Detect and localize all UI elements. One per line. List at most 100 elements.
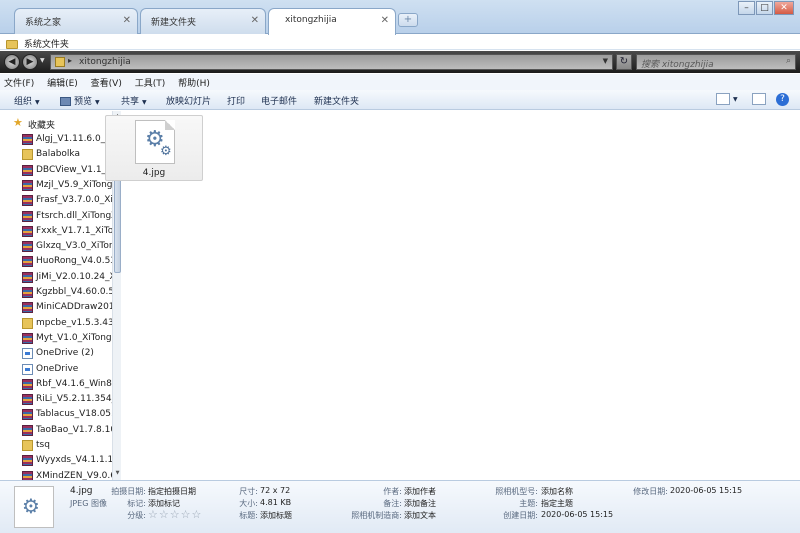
nav-item[interactable]: Glxzq_V3.0_XiTongZhiJia: [0, 239, 112, 254]
menu-tools[interactable]: 工具(T): [135, 79, 166, 89]
nav-item[interactable]: Wyyxds_V4.1.1.1005: [0, 453, 112, 468]
nav-item[interactable]: tsq: [0, 438, 112, 453]
nav-item[interactable]: Tablacus_V18.05.01: [0, 407, 112, 422]
search-input[interactable]: 搜索 xitongzhijia ⌕: [636, 54, 796, 70]
view-options-icon[interactable]: [716, 93, 730, 105]
tab-label: xitongzhijia: [285, 15, 337, 25]
archive-icon: [22, 378, 33, 390]
camera-maker-label: 照相机制造商:: [351, 511, 402, 520]
archive-icon: [22, 134, 33, 145]
favorites-label: 收藏夹: [28, 121, 56, 131]
nav-item[interactable]: TaoBao_V1.7.8.10_: [0, 423, 112, 438]
close-tab-icon[interactable]: ✕: [251, 15, 259, 26]
menu-edit[interactable]: 编辑(E): [47, 79, 78, 89]
favorites-bar: 系统文件夹: [0, 34, 800, 50]
share-button[interactable]: 共享 ▼: [121, 94, 147, 107]
camera-maker-value[interactable]: 添加文本: [404, 510, 436, 521]
nav-item[interactable]: OneDrive (2): [0, 346, 112, 361]
close-tab-icon[interactable]: ✕: [123, 15, 131, 26]
preview-pane-icon[interactable]: [752, 93, 766, 105]
nav-item[interactable]: OneDrive: [0, 362, 112, 377]
nav-item[interactable]: Frasf_V3.7.0.0_XiTongZhiJia: [0, 193, 112, 208]
file-item[interactable]: ⚙ ⚙ 4.jpg: [105, 115, 203, 181]
archive-icon: [22, 424, 33, 436]
chevron-down-icon: ▼: [95, 99, 100, 106]
help-icon[interactable]: ?: [776, 93, 789, 106]
favorites-bar-item[interactable]: 系统文件夹: [24, 40, 69, 50]
chevron-down-icon[interactable]: ▼: [603, 57, 608, 65]
nav-item[interactable]: Rbf_V4.1.6_Win8net: [0, 377, 112, 392]
nav-item-label: Rbf_V4.1.6_Win8net: [36, 378, 112, 389]
preview-button[interactable]: 预览 ▼: [60, 94, 100, 107]
recent-pages-icon[interactable]: ▼: [40, 57, 45, 64]
nav-item-label: RiLi_V5.2.11.354_Win: [36, 394, 112, 405]
menu-bar: 文件(F) 编辑(E) 查看(V) 工具(T) 帮助(H): [0, 74, 800, 90]
nav-item[interactable]: Algj_V1.11.6.0_XiTongZhiJia: [0, 132, 112, 147]
search-icon[interactable]: ⌕: [786, 56, 791, 66]
nav-item-label: Fxxk_V1.7.1_XiTongZhiJia: [36, 225, 112, 236]
organize-button[interactable]: 组织 ▼: [14, 94, 40, 107]
nav-item[interactable]: HuoRong_V4.0.53.6: [0, 254, 112, 269]
nav-item-label: tsq: [36, 440, 50, 450]
page-corner: [165, 120, 175, 130]
folder-icon: [22, 440, 33, 451]
archive-icon: [22, 241, 33, 253]
slideshow-button[interactable]: 放映幻灯片: [166, 94, 211, 107]
favorites-header[interactable]: ★ 收藏夹: [0, 116, 112, 131]
title-label: 标题:: [239, 511, 258, 520]
nav-item[interactable]: Kgzbbl_V4.60.0.520: [0, 285, 112, 300]
address-bar[interactable]: ▸ xitongzhijia ▼: [50, 54, 613, 70]
nav-item[interactable]: JiMi_V2.0.10.24_XiTongZhiJia: [0, 270, 112, 285]
new-tab-button[interactable]: +: [398, 13, 418, 27]
email-button[interactable]: 电子邮件: [261, 94, 297, 107]
archive-icon: [22, 332, 33, 344]
print-button[interactable]: 打印: [227, 94, 245, 107]
subject-label: 主题:: [519, 499, 538, 508]
nav-item[interactable]: Fxxk_V1.7.1_XiTongZhiJia: [0, 224, 112, 239]
nav-item-label: Ftsrch.dll_XiTongZhiJia: [36, 210, 112, 221]
close-window-button[interactable]: ✕: [774, 1, 794, 15]
comments-value[interactable]: 添加备注: [404, 498, 436, 509]
menu-view[interactable]: 查看(V): [91, 79, 122, 89]
details-filename: 4.jpg: [70, 486, 93, 496]
share-label: 共享: [121, 97, 140, 107]
maximize-button[interactable]: □: [756, 1, 773, 15]
nav-item[interactable]: MiniCADDraw2018: [0, 300, 112, 315]
close-tab-icon[interactable]: ✕: [381, 15, 389, 26]
file-list-area[interactable]: [121, 111, 800, 480]
menu-file[interactable]: 文件(F): [4, 79, 34, 89]
archive-icon: [22, 256, 33, 268]
chevron-down-icon[interactable]: ▼: [733, 96, 738, 103]
rating-stars[interactable]: ☆☆☆☆☆: [148, 508, 202, 521]
folder-icon: [22, 317, 33, 329]
nav-item[interactable]: Mzjl_V5.9_XiTongZhiJia: [0, 178, 112, 193]
refresh-button[interactable]: ↻: [616, 54, 632, 70]
tab-1[interactable]: 系统之家 ✕: [14, 8, 138, 34]
organize-label: 组织: [14, 97, 33, 107]
camera-model-value[interactable]: 添加名称: [541, 486, 573, 497]
author-value[interactable]: 添加作者: [404, 486, 436, 497]
title-value[interactable]: 添加标题: [260, 510, 292, 521]
tab-3[interactable]: xitongzhijia ✕: [268, 8, 396, 35]
nav-item[interactable]: DBCView_V1.1_XiTongZhiJia: [0, 163, 112, 178]
nav-item[interactable]: Myt_V1.0_XiTongZhiJia: [0, 331, 112, 346]
nav-item[interactable]: RiLi_V5.2.11.354_Win: [0, 392, 112, 407]
search-placeholder: 搜索 xitongzhijia: [641, 60, 714, 70]
nav-item[interactable]: Balabolka: [0, 147, 112, 162]
scroll-down-icon[interactable]: ▼: [114, 470, 121, 478]
folder-icon: [22, 149, 33, 161]
new-folder-button[interactable]: 新建文件夹: [314, 94, 359, 107]
nav-item[interactable]: mpcbe_v1.5.3.4312: [0, 316, 112, 331]
tab-2[interactable]: 新建文件夹 ✕: [140, 8, 266, 34]
breadcrumb-arrow-icon[interactable]: ▸: [68, 56, 72, 65]
nav-item[interactable]: Ftsrch.dll_XiTongZhiJia: [0, 209, 112, 224]
menu-help[interactable]: 帮助(H): [178, 79, 210, 89]
minimize-button[interactable]: –: [738, 1, 755, 15]
address-row: ◀ ▶ ▼ ▸ xitongzhijia ▼ ↻ 搜索 xitongzhijia…: [0, 51, 800, 73]
onedrive-icon: [22, 363, 33, 375]
size-label: 大小:: [239, 499, 258, 508]
subject-value[interactable]: 指定主题: [541, 498, 573, 509]
forward-button[interactable]: ▶: [22, 54, 38, 70]
back-button[interactable]: ◀: [4, 54, 20, 70]
shot-date-value[interactable]: 指定拍摄日期: [148, 486, 196, 497]
